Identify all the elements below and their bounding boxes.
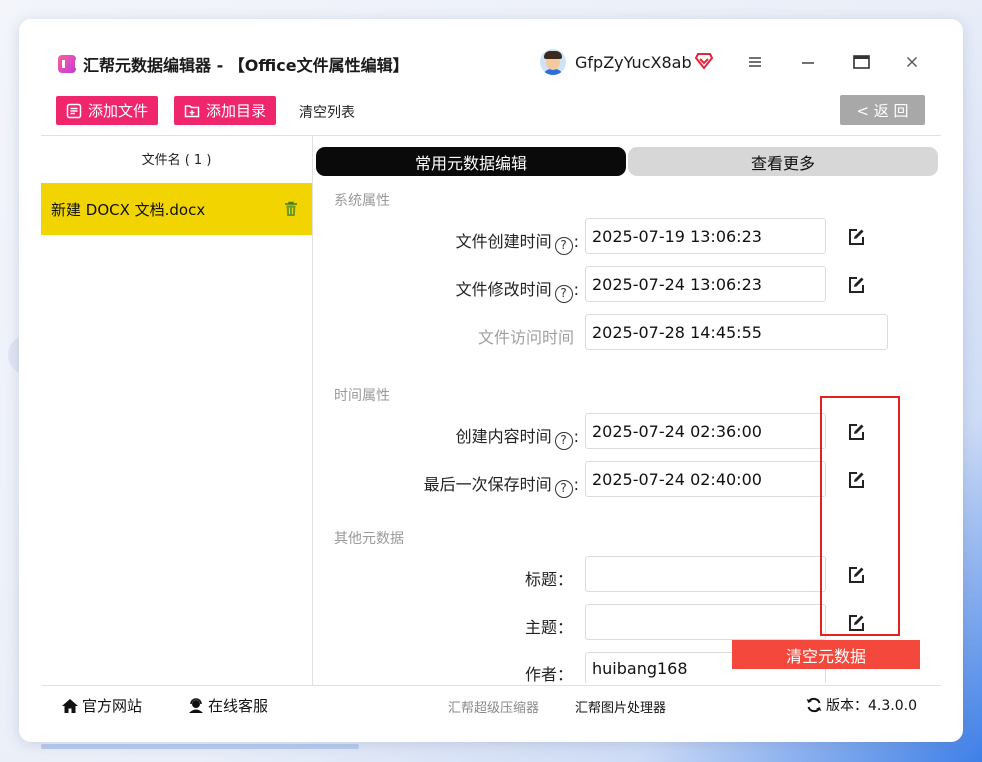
image-tool-link[interactable]: 汇帮图片处理器 [575, 697, 666, 716]
clear-metadata-button[interactable]: 清空元数据 [732, 640, 920, 669]
field-label-content-created: 创建内容时间?: [329, 423, 579, 450]
clear-list-button[interactable]: 清空列表 [299, 102, 355, 122]
last-saved-input[interactable]: 2025-07-24 02:40:00 [585, 461, 826, 497]
field-label-last-saved: 最后一次保存时间?: [329, 471, 579, 498]
field-label-accessed: 文件访问时间 [477, 328, 574, 347]
created-time-input[interactable]: 2025-07-19 13:06:23 [585, 218, 826, 254]
edit-icon [849, 229, 864, 245]
online-service-label: 在线客服 [208, 697, 269, 715]
modified-label-text: 文件修改时间 [455, 280, 552, 299]
app-title: 汇帮元数据编辑器 - 【Office文件属性编辑】 [83, 56, 409, 75]
field-label-title: 标题： [524, 570, 573, 589]
field-label-subject: 主题： [524, 618, 573, 637]
add-file-label: 添加文件 [88, 102, 149, 120]
label-colon: : [573, 280, 579, 299]
edit-modified-time-button[interactable] [846, 275, 866, 295]
last-saved-label-text: 最后一次保存时间 [423, 475, 552, 494]
tab-common-metadata[interactable]: 常用元数据编辑 [316, 147, 626, 176]
app-logo-icon [58, 55, 78, 73]
field-label-modified: 文件修改时间?: [329, 276, 579, 303]
edit-icon [849, 277, 864, 293]
online-service-link[interactable]: 在线客服 [187, 695, 268, 716]
background-decoration-bar [41, 744, 359, 749]
close-button[interactable] [899, 49, 925, 75]
tab-view-more[interactable]: 查看更多 [628, 147, 938, 176]
created-label-text: 文件创建时间 [455, 232, 552, 251]
file-list-item[interactable]: 新建 DOCX 文档.docx [41, 183, 312, 235]
footer-divider [41, 685, 941, 686]
label-colon: : [573, 475, 579, 494]
minimize-icon [802, 62, 814, 64]
file-list-icon [66, 103, 82, 118]
version-label: 版本：4.3.0.0 [826, 698, 917, 714]
official-site-label: 官方网站 [82, 697, 143, 715]
version-info[interactable]: 版本：4.3.0.0 [805, 695, 917, 715]
minimize-button[interactable] [795, 49, 821, 75]
highlight-box [820, 396, 900, 636]
content-created-label-text: 创建内容时间 [455, 427, 552, 446]
user-avatar[interactable] [540, 49, 566, 75]
title-input[interactable] [585, 556, 826, 592]
add-file-button[interactable]: 添加文件 [56, 96, 158, 125]
section-title-time: 时间属性 [334, 388, 390, 404]
vip-diamond-icon[interactable] [695, 53, 713, 69]
refresh-icon [806, 697, 822, 713]
close-icon [907, 57, 917, 67]
accessed-time-input: 2025-07-28 14:45:55 [585, 314, 888, 350]
hamburger-icon [749, 57, 761, 67]
help-icon[interactable]: ? [554, 432, 573, 450]
maximize-button[interactable] [848, 49, 874, 75]
edit-created-time-button[interactable] [846, 227, 866, 247]
label-colon: : [573, 427, 579, 446]
back-button[interactable]: < 返 回 [840, 95, 925, 125]
add-directory-label: 添加目录 [206, 102, 267, 120]
file-list-header: 文件名 ( 1 ) [141, 153, 212, 168]
home-icon [62, 698, 78, 713]
modified-time-input[interactable]: 2025-07-24 13:06:23 [585, 266, 826, 302]
trash-icon[interactable] [284, 201, 298, 217]
app-window: 汇帮元数据编辑器 - 【Office文件属性编辑】 GfpZyYucX8ab 添… [19, 19, 963, 742]
divider [41, 135, 941, 136]
section-title-other: 其他元数据 [334, 531, 404, 547]
folder-add-icon [184, 104, 200, 117]
panel-divider [312, 135, 313, 685]
title-bar: 汇帮元数据编辑器 - 【Office文件属性编辑】 GfpZyYucX8ab [19, 19, 963, 95]
username[interactable]: GfpZyYucX8ab [575, 53, 692, 72]
help-icon[interactable]: ? [554, 480, 573, 498]
field-label-author: 作者： [524, 665, 573, 684]
help-icon[interactable]: ? [554, 285, 573, 303]
compressor-link[interactable]: 汇帮超级压缩器 [448, 697, 539, 716]
field-label-created: 文件创建时间?: [329, 228, 579, 255]
section-title-system: 系统属性 [334, 193, 390, 209]
label-colon: : [573, 232, 579, 251]
subject-input[interactable] [585, 604, 826, 640]
add-directory-button[interactable]: 添加目录 [174, 96, 276, 125]
help-icon[interactable]: ? [554, 237, 573, 255]
customer-service-icon [189, 697, 203, 713]
content-created-input[interactable]: 2025-07-24 02:36:00 [585, 413, 826, 449]
menu-button[interactable] [742, 49, 768, 75]
maximize-icon [853, 55, 870, 69]
file-name: 新建 DOCX 文档.docx [51, 200, 206, 219]
official-site-link[interactable]: 官方网站 [61, 695, 142, 716]
